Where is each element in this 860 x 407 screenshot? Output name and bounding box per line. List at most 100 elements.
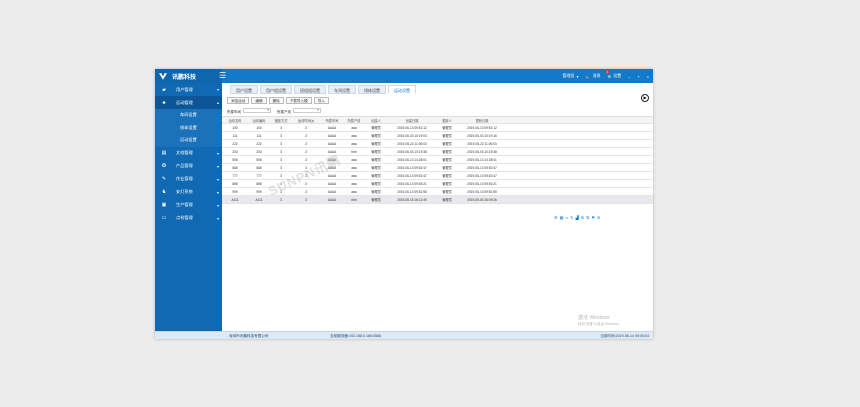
tab-workshop-settings[interactable]: 车间设置: [328, 85, 356, 94]
workshop-select[interactable]: [243, 108, 271, 113]
maximize-button[interactable]: +: [637, 74, 639, 79]
chart-icon[interactable]: ▟: [576, 215, 579, 220]
sidebar-item-motion[interactable]: ♣ 运动管理 ▴: [155, 96, 222, 109]
line-select[interactable]: [293, 108, 321, 113]
table-cell: 2019-05-22 11:06:03: [467, 141, 497, 146]
table-cell: bbb: [351, 197, 357, 202]
column-header[interactable]: 运动名称: [222, 118, 248, 123]
table-cell: 2019-06-13 09:52:55: [397, 189, 427, 194]
table-cell: aaa: [351, 133, 357, 138]
column-header[interactable]: 运动编码: [248, 118, 270, 123]
column-header[interactable]: 播放方式: [270, 118, 292, 123]
column-header[interactable]: 所属车间: [320, 118, 344, 123]
table-cell: 999: [232, 189, 238, 194]
sidebar-item-production[interactable]: ▣ 生产管理 ▾: [155, 199, 222, 212]
tab-line-settings[interactable]: 线体设置: [358, 85, 386, 94]
tab-motion-settings[interactable]: 运动设置: [388, 85, 416, 94]
close-button[interactable]: ×: [647, 74, 649, 79]
column-header[interactable]: 运动时间(s): [292, 118, 320, 123]
table-cell: 2019-06-03 10:19:38: [467, 149, 497, 154]
play-icon[interactable]: ▶: [641, 94, 649, 102]
tab-team-settings[interactable]: 班组组设置: [294, 85, 326, 94]
messages-button[interactable]: 🔈 消息 4: [585, 70, 610, 79]
column-header[interactable]: 创建日期: [388, 118, 436, 123]
menu-toggle-icon[interactable]: ☰: [219, 71, 226, 80]
main-content: 用户设置 用户组设置 班组组设置 车间设置 线体设置 运动设置 ▶ 添加运动 编…: [222, 83, 653, 339]
table-cell: aaa: [351, 125, 357, 130]
refresh-icon[interactable]: ↻: [570, 215, 573, 220]
table-cell: 3: [305, 141, 307, 146]
chevron-down-icon: ▾: [216, 215, 219, 221]
submenu-workshop[interactable]: 车间设置: [155, 109, 222, 122]
table-cell: aaa: [351, 165, 357, 170]
sort-icon[interactable]: ⇅: [586, 215, 589, 220]
download-template-button[interactable]: 下载导入模: [285, 97, 312, 104]
edit-button[interactable]: 编辑: [251, 97, 267, 104]
table-cell: 2019-06-13 14:28:01: [467, 157, 497, 162]
table-row[interactable]: 555 555 3 3 AAAA aaa 管理员 2019-06-13 14:28:01 管理员…: [222, 156, 653, 164]
table-cell: aaa: [351, 173, 357, 178]
table-cell: 555: [256, 157, 262, 162]
settings-icon[interactable]: ⚙: [554, 215, 558, 220]
sidebar-item-products[interactable]: ✪ 产品管理 ▾: [155, 160, 222, 173]
chevron-down-icon: ▾: [216, 87, 219, 92]
logo-icon: [159, 72, 167, 80]
submenu-motion[interactable]: 运动设置: [155, 134, 222, 147]
sidebar-submenu: 车间设置 线体设置 运动设置: [155, 109, 222, 147]
column-header[interactable]: 更新人: [436, 118, 458, 123]
sidebar-item-docs[interactable]: ▤ 文档管理 ▾: [155, 147, 222, 160]
workshop-filter: 所属车间: [227, 108, 271, 115]
table-cell: 3: [305, 125, 307, 130]
tab-user-settings[interactable]: 用户设置: [230, 85, 258, 94]
table-cell: 2019-05-03 16:09:26: [467, 197, 497, 202]
table-cell: 999: [256, 189, 262, 194]
column-header[interactable]: 更新日期: [458, 118, 506, 123]
gear-icon[interactable]: ✲: [597, 215, 600, 220]
table-cell: AAAA: [327, 141, 337, 146]
table-cell: 3: [305, 197, 307, 202]
top-actions: 👤 管理员 ▾ 🔈 消息 4 ⚙ 设置 – + ×: [556, 69, 649, 83]
wrench-icon: ✎: [161, 176, 167, 182]
add-motion-button[interactable]: 添加运动: [227, 97, 250, 104]
table-cell: A111: [231, 197, 239, 202]
table-row[interactable]: 111 111 3 3 AAAA aaa 管理员 2019-06-03 10:19:03 管理员…: [222, 132, 653, 140]
table-row[interactable]: A111 A111 3 3 AAAA bbb 管理员 2019-05-15 16:12:49 管…: [222, 196, 653, 204]
delete-button[interactable]: 删除: [268, 97, 284, 104]
tab-user-group-settings[interactable]: 用户组设置: [260, 85, 292, 94]
link-icon[interactable]: ∞: [565, 215, 568, 220]
user-menu[interactable]: 👤 管理员 ▾: [556, 73, 579, 79]
minimize-button[interactable]: –: [628, 74, 630, 79]
sidebar-item-label: 生产管理: [176, 202, 193, 207]
table-cell: 管理员: [371, 182, 381, 186]
chevron-down-icon: ▾: [216, 202, 219, 208]
grid-icon[interactable]: ▦: [560, 215, 564, 220]
table-cell: 111: [232, 133, 238, 138]
sidebar-item-users[interactable]: ▰ 用户管理 ▾: [155, 83, 222, 96]
table-cell: A111: [255, 197, 263, 202]
speaker-icon: 🔈: [585, 73, 591, 79]
table-cell: 管理员: [371, 126, 381, 130]
settings-button[interactable]: ⚙ 设置: [607, 73, 621, 79]
table-row[interactable]: 333 333 3 3 AAAA bbb 管理员 2019-06-03 10:19:38 管理员…: [222, 148, 653, 156]
table-cell: 111: [256, 133, 262, 138]
import-button[interactable]: 导入: [313, 97, 329, 104]
table-row[interactable]: 222 222 3 3 AAAA aaa 管理员 2019-05-22 11:06:03 管理员…: [222, 140, 653, 148]
table-cell: 333: [232, 149, 238, 154]
submenu-line[interactable]: 线体设置: [155, 122, 222, 135]
table-cell: aaa: [351, 157, 357, 162]
column-header[interactable]: 所属产线: [344, 118, 364, 123]
mail-icon[interactable]: ✉: [581, 215, 584, 220]
chevron-up-icon: ▴: [216, 100, 219, 105]
cart-icon[interactable]: ⚑: [591, 215, 595, 220]
sidebar-item-inspection[interactable]: ▭ 点检管理 ▾: [155, 212, 222, 225]
table-cell: 2019-06-03 10:19:38: [397, 149, 427, 154]
sidebar-item-andon[interactable]: ♞ 安灯系统 ▾: [155, 186, 222, 199]
brand-name: 讯鹏科技: [172, 74, 197, 81]
table-cell: 管理员: [442, 166, 452, 170]
table-row[interactable]: 100 100 3 3 AAAA aaa 管理员 2019-06-13 09:51:12 管理员…: [222, 124, 653, 132]
column-header[interactable]: 创建人: [364, 118, 388, 123]
table-cell: 管理员: [442, 174, 452, 178]
sidebar-item-jobs[interactable]: ✎ 作业管理 ▾: [155, 173, 222, 186]
users-icon: ▰: [162, 86, 166, 93]
sidebar-item-label: 作业管理: [176, 176, 193, 181]
